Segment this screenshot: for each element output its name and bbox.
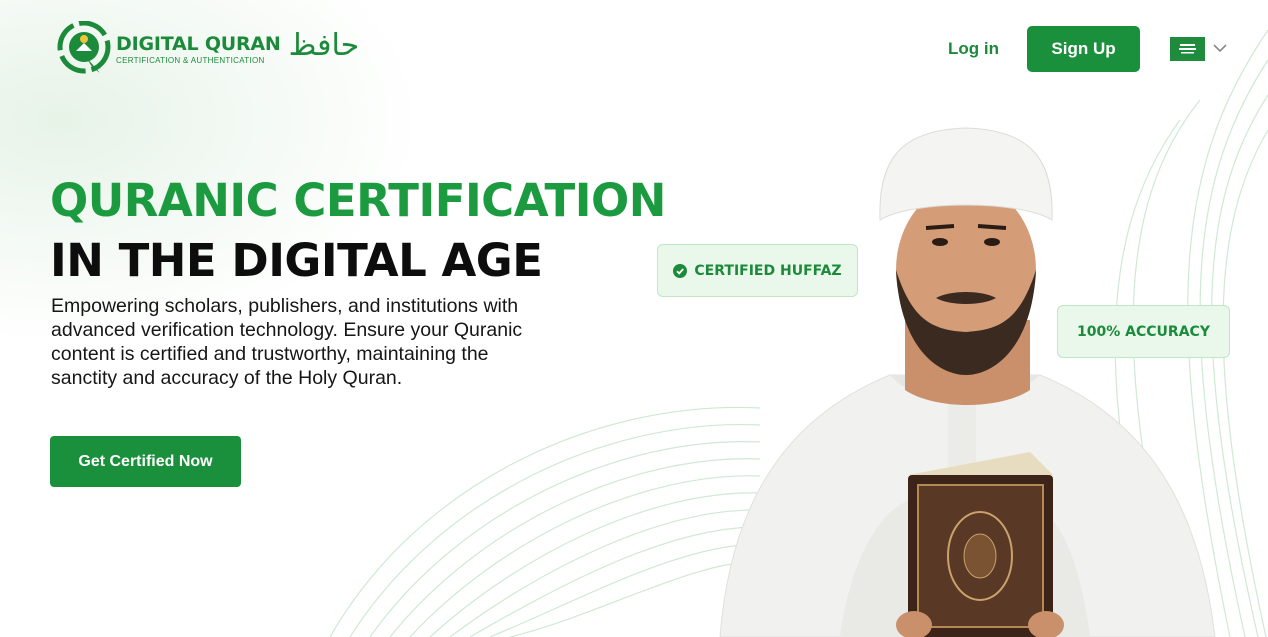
certified-huffaz-badge: CERTIFIED HUFFAZ: [657, 244, 858, 297]
logo-title: DIGITAL QURAN: [116, 33, 281, 55]
accuracy-badge: 100% ACCURACY: [1057, 305, 1230, 358]
hero-description: Empowering scholars, publishers, and ins…: [51, 295, 523, 389]
saudi-flag-icon[interactable]: [1170, 37, 1205, 61]
login-link[interactable]: Log in: [948, 36, 999, 62]
accuracy-label: 100% ACCURACY: [1077, 323, 1210, 340]
logo-emblem-icon: [57, 21, 111, 74]
logo-subtitle: CERTIFICATION & AUTHENTICATION: [116, 56, 265, 65]
check-circle-icon: [673, 263, 688, 278]
site-logo[interactable]: DIGITAL QURAN CERTIFICATION & AUTHENTICA…: [56, 21, 359, 77]
logo-arabic-text: حافظ: [288, 28, 360, 63]
chevron-down-icon[interactable]: [1212, 40, 1228, 56]
get-certified-button[interactable]: Get Certified Now: [50, 436, 241, 487]
flag-emblem-icon: [1179, 44, 1196, 54]
certified-huffaz-label: CERTIFIED HUFFAZ: [694, 262, 842, 279]
hero-heading-black: IN THE DIGITAL AGE: [50, 234, 543, 287]
signup-button[interactable]: Sign Up: [1027, 26, 1140, 72]
hero-heading-green: QURANIC CERTIFICATION: [50, 174, 666, 227]
scholar-holding-quran-image: [719, 127, 1216, 637]
